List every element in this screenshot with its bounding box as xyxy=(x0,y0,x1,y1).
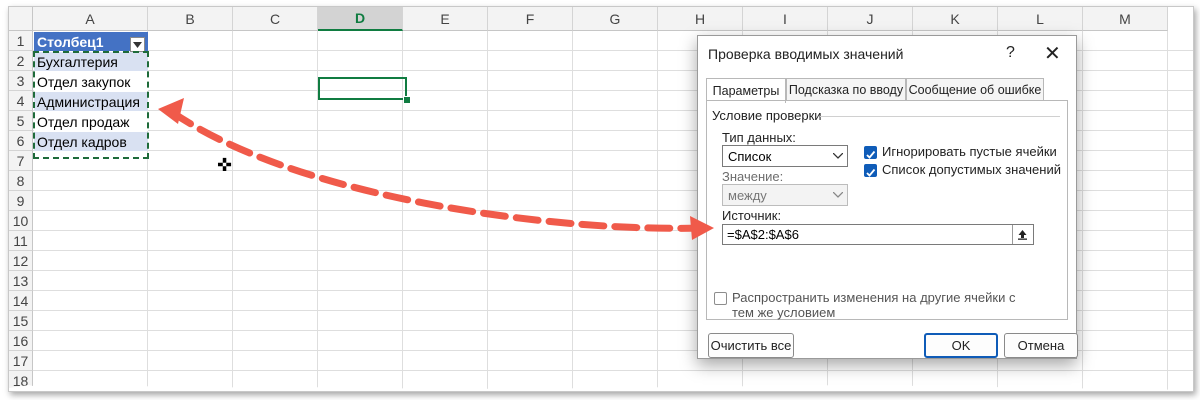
group-divider xyxy=(820,116,1060,117)
column-header-l[interactable]: L xyxy=(998,7,1083,31)
data-validation-dialog: Проверка вводимых значений ? ✕ Параметры… xyxy=(697,35,1078,359)
fill-handle[interactable] xyxy=(403,96,411,104)
row-header-3[interactable]: 3 xyxy=(9,71,33,91)
row-header-4[interactable]: 4 xyxy=(9,91,33,111)
cell-cursor-icon: ✜ xyxy=(217,155,233,175)
source-input[interactable]: =$A$2:$A$6 xyxy=(722,224,1034,245)
column-header-j[interactable]: J xyxy=(828,7,913,31)
filter-dropdown-icon[interactable] xyxy=(130,37,145,52)
dialog-title: Проверка вводимых значений xyxy=(708,46,904,62)
row-header-17[interactable]: 17 xyxy=(9,351,33,371)
data-type-select[interactable]: Список xyxy=(722,145,848,167)
gridline-vertical xyxy=(1082,31,1083,391)
ignore-blank-checkbox[interactable] xyxy=(864,146,877,159)
value-select-value: между xyxy=(728,187,767,203)
row-header-13[interactable]: 13 xyxy=(9,271,33,291)
row-header-7[interactable]: 7 xyxy=(9,151,33,171)
gridline-vertical xyxy=(657,31,658,391)
value-label: Значение: xyxy=(722,169,784,184)
tab-error-alert[interactable]: Сообщение об ошибке xyxy=(906,78,1044,101)
gridline-vertical xyxy=(487,31,488,391)
data-type-value: Список xyxy=(728,148,772,164)
row-header-10[interactable]: 10 xyxy=(9,211,33,231)
column-header-a[interactable]: A xyxy=(33,7,148,31)
screenshot-frame: ABCDEFGHIJKLM 1 2 3 4 5 6 7 8 9 10 11 12 13 14 15 16 17 1… xyxy=(8,6,1194,392)
column-header-m[interactable]: M xyxy=(1083,7,1168,31)
select-all-corner[interactable] xyxy=(9,7,33,31)
apply-all-label: Распространить изменения на другие ячейк… xyxy=(732,290,1016,320)
clear-all-button[interactable]: Очистить все xyxy=(708,333,794,358)
chevron-down-icon xyxy=(829,185,847,205)
column-header-g[interactable]: G xyxy=(573,7,658,31)
row-header-11[interactable]: 11 xyxy=(9,231,33,251)
gridline-vertical xyxy=(1167,31,1168,391)
in-cell-dropdown-checkbox[interactable] xyxy=(864,164,877,177)
row-header-16[interactable]: 16 xyxy=(9,331,33,351)
range-collapse-icon[interactable] xyxy=(1012,225,1032,244)
chevron-down-icon xyxy=(829,146,847,166)
gridline-vertical xyxy=(572,31,573,391)
tab-input-message[interactable]: Подсказка по вводу xyxy=(786,78,906,101)
in-cell-dropdown-label: Список допустимых значений xyxy=(882,162,1061,177)
help-button[interactable]: ? xyxy=(1006,44,1015,62)
row-header-1[interactable]: 1 xyxy=(9,31,33,51)
row-header-5[interactable]: 5 xyxy=(9,111,33,131)
column-header-d[interactable]: D xyxy=(318,7,403,31)
row-header-2[interactable]: 2 xyxy=(9,51,33,71)
row-header-6[interactable]: 6 xyxy=(9,131,33,151)
row-header-12[interactable]: 12 xyxy=(9,251,33,271)
column-header-f[interactable]: F xyxy=(488,7,573,31)
column-header-c[interactable]: C xyxy=(233,7,318,31)
column-header-h[interactable]: H xyxy=(658,7,743,31)
source-label: Источник: xyxy=(722,208,782,223)
row-header-8[interactable]: 8 xyxy=(9,171,33,191)
column-header-i[interactable]: I xyxy=(743,7,828,31)
column-header-e[interactable]: E xyxy=(403,7,488,31)
column-header-k[interactable]: K xyxy=(913,7,998,31)
row-header-14[interactable]: 14 xyxy=(9,291,33,311)
column-header-b[interactable]: B xyxy=(148,7,233,31)
apply-all-checkbox[interactable] xyxy=(714,292,727,305)
group-label: Условие проверки xyxy=(712,108,822,123)
data-type-label: Тип данных: xyxy=(722,130,796,145)
ignore-blank-label: Игнорировать пустые ячейки xyxy=(882,144,1057,159)
cancel-button[interactable]: Отмена xyxy=(1004,333,1078,358)
close-icon[interactable]: ✕ xyxy=(1044,41,1061,66)
gridline-vertical xyxy=(232,31,233,391)
copy-marquee xyxy=(33,51,149,159)
torn-edge xyxy=(9,385,1193,391)
ok-button[interactable]: OK xyxy=(924,333,998,358)
value-select[interactable]: между xyxy=(722,184,848,206)
gridline-horizontal xyxy=(33,370,1193,371)
row-header-9[interactable]: 9 xyxy=(9,191,33,211)
row-header-15[interactable]: 15 xyxy=(9,311,33,331)
active-cell-D4[interactable] xyxy=(318,77,407,100)
